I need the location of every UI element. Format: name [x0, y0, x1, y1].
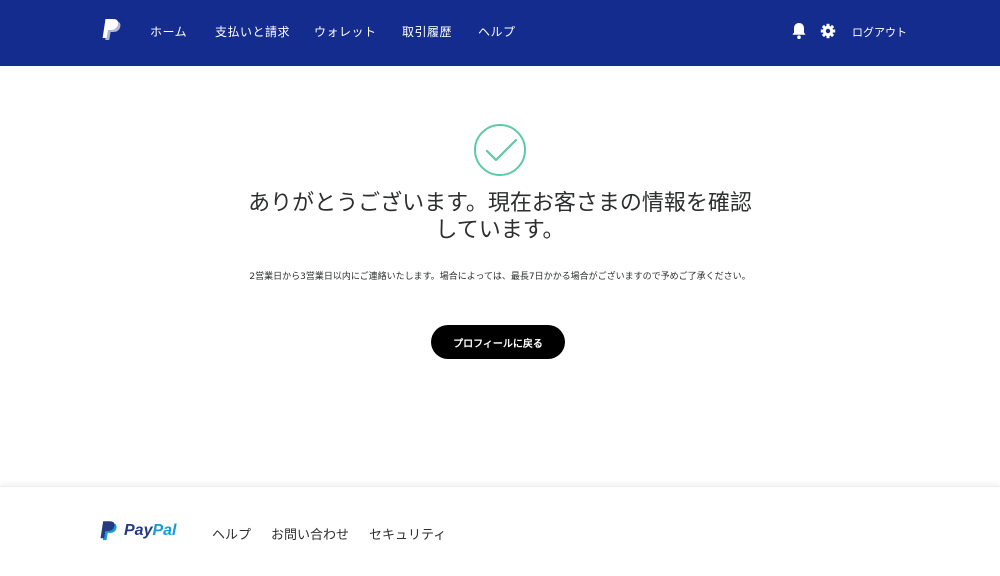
back-to-profile-button[interactable]: プロフィールに戻る [431, 325, 565, 359]
footer-link-security[interactable]: セキュリティ [369, 524, 446, 543]
paypal-footer-logo-icon[interactable] [100, 521, 118, 543]
page-title: ありがとうございます。現在お客さまの情報を確認 しています。 [200, 190, 800, 244]
logout-link[interactable]: ログアウト [852, 24, 907, 40]
main-nav: ホーム 支払いと請求 ウォレット 取引履歴 ヘルプ ログアウト [0, 0, 1000, 66]
nav-home[interactable]: ホーム [150, 23, 187, 40]
nav-wallet[interactable]: ウォレット [314, 23, 377, 40]
info-message: 2営業日から3営業日以内にご連絡いたします。場合によっては、最長7日かかる場合が… [249, 272, 751, 282]
nav-payments-billing[interactable]: 支払いと請求 [215, 23, 290, 40]
footer: PayPal ヘルプ お問い合わせ セキュリティ [0, 486, 1000, 576]
success-check-icon [474, 124, 526, 176]
wordmark-pay: Pay [124, 522, 153, 539]
footer-link-contact[interactable]: お問い合わせ [271, 524, 349, 543]
gear-icon[interactable] [820, 22, 836, 40]
paypal-wordmark[interactable]: PayPal [124, 522, 176, 540]
nav-activity[interactable]: 取引履歴 [402, 23, 452, 40]
bell-icon[interactable] [791, 22, 807, 40]
top-navigation-bar: ホーム 支払いと請求 ウォレット 取引履歴 ヘルプ ログアウト [0, 0, 1000, 66]
page-title-line-2: しています。 [435, 218, 565, 243]
nav-help[interactable]: ヘルプ [478, 23, 516, 40]
page-title-line-1: ありがとうございます。現在お客さまの情報を確認 [248, 191, 752, 216]
footer-link-help[interactable]: ヘルプ [212, 524, 251, 543]
wordmark-pal: Pal [152, 522, 177, 539]
confirmation-content: ありがとうございます。現在お客さまの情報を確認 しています。 2営業日から3営業… [0, 66, 1000, 486]
